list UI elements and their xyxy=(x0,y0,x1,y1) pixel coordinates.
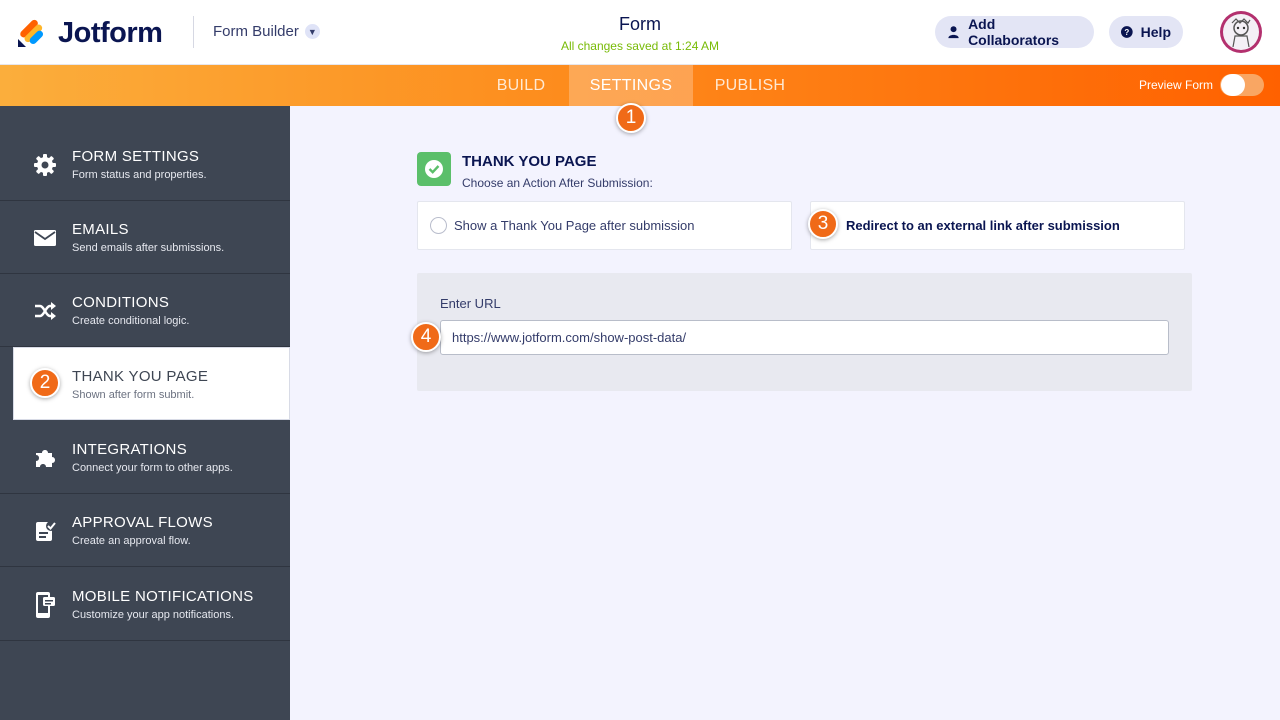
builder-tab-bar: BUILD SETTINGS PUBLISH Preview Form xyxy=(0,65,1280,106)
sidebar-item-subtitle: Customize your app notifications. xyxy=(72,609,235,621)
sidebar-item-subtitle: Form status and properties. xyxy=(72,169,207,181)
approval-icon xyxy=(32,518,58,544)
sidebar-item-title: THANK YOU PAGE xyxy=(72,368,209,385)
option-show-thank-you-page[interactable]: Show a Thank You Page after submission xyxy=(417,201,792,250)
tab-publish[interactable]: PUBLISH xyxy=(700,65,800,106)
sidebar-item-subtitle: Shown after form submit. xyxy=(72,389,195,401)
step-badge-4: 4 xyxy=(411,322,441,352)
preview-form-label: Preview Form xyxy=(1139,78,1214,92)
sidebar-item-approval-flows[interactable]: APPROVAL FLOWS Create an approval flow. xyxy=(0,494,290,567)
sidebar-item-subtitle: Connect your form to other apps. xyxy=(72,462,233,474)
step-badge-1: 1 xyxy=(616,103,646,133)
jotform-logo[interactable]: Jotform xyxy=(16,17,163,50)
sidebar-item-mobile-notifications[interactable]: MOBILE NOTIFICATIONS Customize your app … xyxy=(0,568,290,641)
tab-settings[interactable]: SETTINGS xyxy=(569,65,693,106)
section-title: THANK YOU PAGE xyxy=(462,153,597,170)
sidebar-item-subtitle: Send emails after submissions. xyxy=(72,242,225,254)
step-badge-3: 3 xyxy=(808,209,838,239)
radio-button[interactable] xyxy=(430,217,447,234)
settings-sidebar: FORM SETTINGS Form status and properties… xyxy=(0,106,290,720)
sidebar-item-title: CONDITIONS xyxy=(72,294,170,311)
form-builder-label: Form Builder xyxy=(213,23,299,40)
avatar[interactable] xyxy=(1220,11,1262,53)
step-badge-2: 2 xyxy=(30,368,60,398)
sidebar-item-subtitle: Create conditional logic. xyxy=(72,315,190,327)
preview-form-toggle[interactable] xyxy=(1220,74,1264,96)
option-label: Redirect to an external link after submi… xyxy=(846,218,1120,233)
help-label: Help xyxy=(1140,24,1171,40)
add-collaborators-button[interactable]: Add Collaborators xyxy=(935,16,1094,48)
help-icon: ? xyxy=(1121,26,1133,38)
chevron-down-icon: ▼ xyxy=(304,24,320,39)
sidebar-item-integrations[interactable]: INTEGRATIONS Connect your form to other … xyxy=(0,421,290,494)
tab-build[interactable]: BUILD xyxy=(478,65,564,106)
header-divider xyxy=(193,16,194,48)
form-title[interactable]: Form xyxy=(540,14,740,35)
section-subtitle: Choose an Action After Submission: xyxy=(462,176,653,190)
check-icon xyxy=(417,152,451,186)
shuffle-icon xyxy=(32,298,58,324)
jotform-logo-icon xyxy=(16,19,46,49)
sidebar-item-title: MOBILE NOTIFICATIONS xyxy=(72,588,254,605)
sidebar-item-title: EMAILS xyxy=(72,221,129,238)
url-input[interactable] xyxy=(440,320,1169,355)
toggle-knob xyxy=(1221,74,1245,96)
sidebar-item-form-settings[interactable]: FORM SETTINGS Form status and properties… xyxy=(0,128,290,201)
svg-text:?: ? xyxy=(1124,28,1129,37)
logo-text: Jotform xyxy=(58,17,163,49)
option-label: Show a Thank You Page after submission xyxy=(454,218,695,233)
sidebar-item-subtitle: Create an approval flow. xyxy=(72,535,191,547)
option-redirect-external-link[interactable]: Redirect to an external link after submi… xyxy=(810,201,1185,250)
sidebar-item-conditions[interactable]: CONDITIONS Create conditional logic. xyxy=(0,274,290,347)
form-builder-dropdown[interactable]: Form Builder ▼ xyxy=(213,23,320,40)
sidebar-item-title: FORM SETTINGS xyxy=(72,148,200,165)
avatar-image xyxy=(1223,14,1259,50)
help-button[interactable]: ? Help xyxy=(1109,16,1183,48)
mobile-icon xyxy=(32,592,58,618)
user-icon xyxy=(948,26,959,39)
sidebar-item-title: INTEGRATIONS xyxy=(72,441,187,458)
envelope-icon xyxy=(32,225,58,251)
enter-url-label: Enter URL xyxy=(440,296,501,311)
sidebar-item-title: APPROVAL FLOWS xyxy=(72,514,213,531)
save-status: All changes saved at 1:24 AM xyxy=(560,39,720,53)
add-collaborators-label: Add Collaborators xyxy=(968,16,1060,48)
top-header: Jotform Form Builder ▼ Form All changes … xyxy=(0,0,1280,65)
sidebar-item-emails[interactable]: EMAILS Send emails after submissions. xyxy=(0,201,290,274)
puzzle-icon xyxy=(32,445,58,471)
gear-icon xyxy=(32,152,58,178)
